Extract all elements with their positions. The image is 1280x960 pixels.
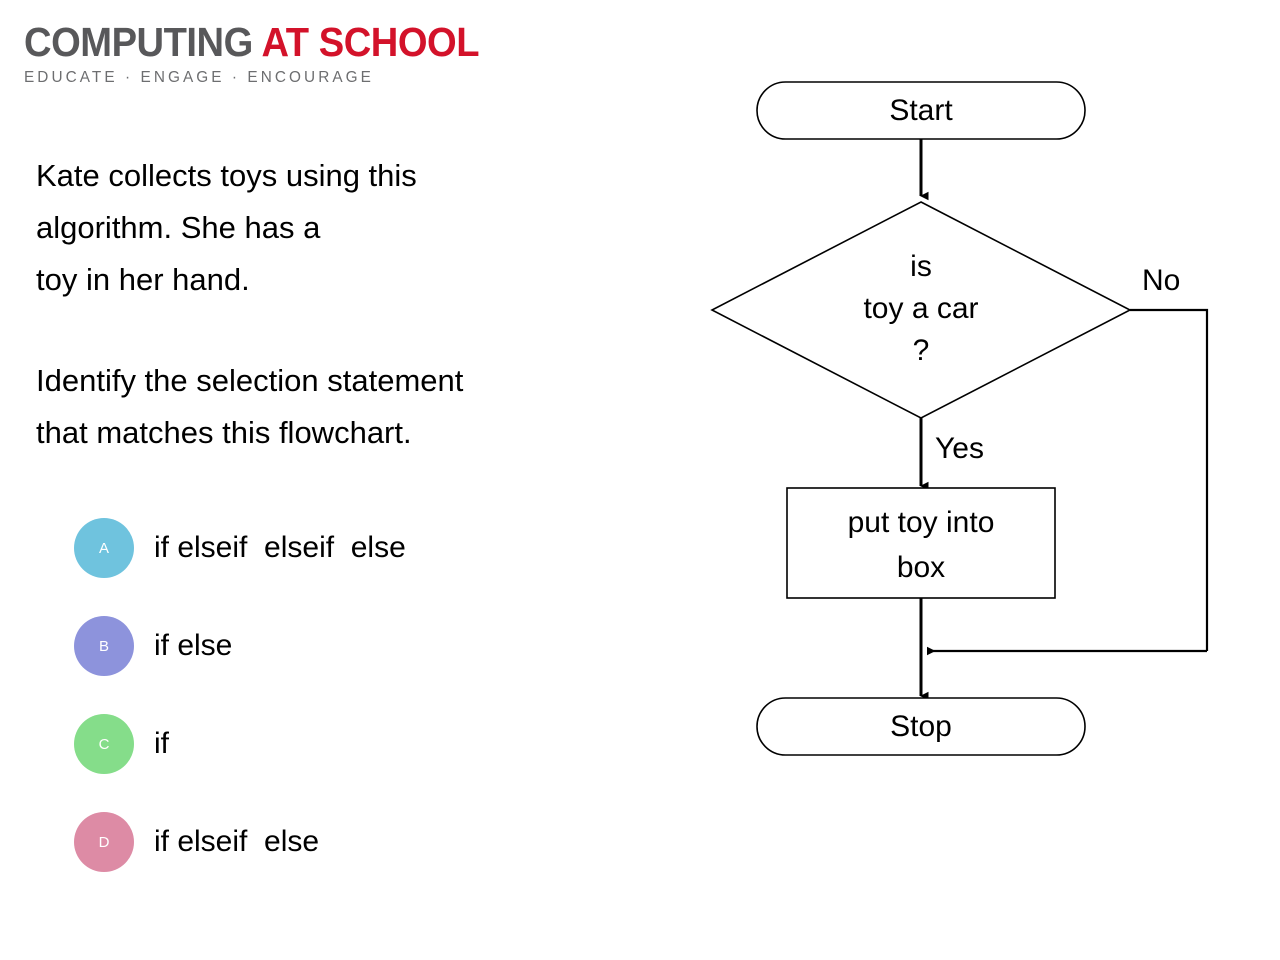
process-label-line1: put toy into [848, 506, 995, 539]
cas-logo: COMPUTING AT SCHOOL EDUCATE · ENGAGE · E… [24, 19, 480, 87]
option-row-d[interactable]: D if elseif else [74, 812, 634, 910]
option-label-d[interactable]: if elseif else [154, 822, 319, 862]
option-label-b[interactable]: if else [154, 626, 232, 666]
option-bullet-a[interactable]: A [74, 518, 134, 578]
flowchart-node-start: Start [756, 81, 1086, 140]
option-bullet-c[interactable]: C [74, 714, 134, 774]
flowchart-node-process: put toy into box [786, 487, 1056, 599]
flowchart-diagram: Start is toy a car ? Yes No put toy into… [690, 60, 1250, 780]
edge-decision-no [1130, 308, 1209, 651]
process-label-line2: box [897, 551, 945, 584]
option-row-c[interactable]: C if [74, 714, 634, 812]
intro-text: Kate collects toys using this algorithm.… [36, 158, 417, 297]
option-bullet-b[interactable]: B [74, 616, 134, 676]
logo-word-at-school: AT SCHOOL [261, 19, 480, 65]
option-bullet-d[interactable]: D [74, 812, 134, 872]
logo-word-computing: COMPUTING [24, 19, 253, 65]
edge-label-no: No [1142, 264, 1180, 297]
decision-label-line3: ? [913, 334, 930, 367]
stop-label: Stop [890, 710, 952, 743]
instruction-text: Identify the selection statement that ma… [36, 363, 464, 450]
option-row-b[interactable]: B if else [74, 616, 634, 714]
option-row-a[interactable]: A if elseif elseif else [74, 518, 634, 616]
option-label-c[interactable]: if [154, 724, 169, 764]
logo-wordmark: COMPUTING AT SCHOOL [24, 19, 480, 65]
logo-tagline: EDUCATE · ENGAGE · ENCOURAGE [24, 69, 374, 86]
answer-options-list: A if elseif elseif else B if else C if D… [74, 518, 634, 910]
start-label: Start [889, 94, 953, 127]
decision-label-line2: toy a car [863, 292, 978, 325]
decision-label-line1: is [910, 250, 932, 283]
flowchart-node-decision: is toy a car ? [710, 201, 1132, 419]
flowchart-node-stop: Stop [756, 697, 1086, 756]
option-label-a[interactable]: if elseif elseif else [154, 528, 406, 568]
edge-label-yes: Yes [935, 432, 984, 465]
